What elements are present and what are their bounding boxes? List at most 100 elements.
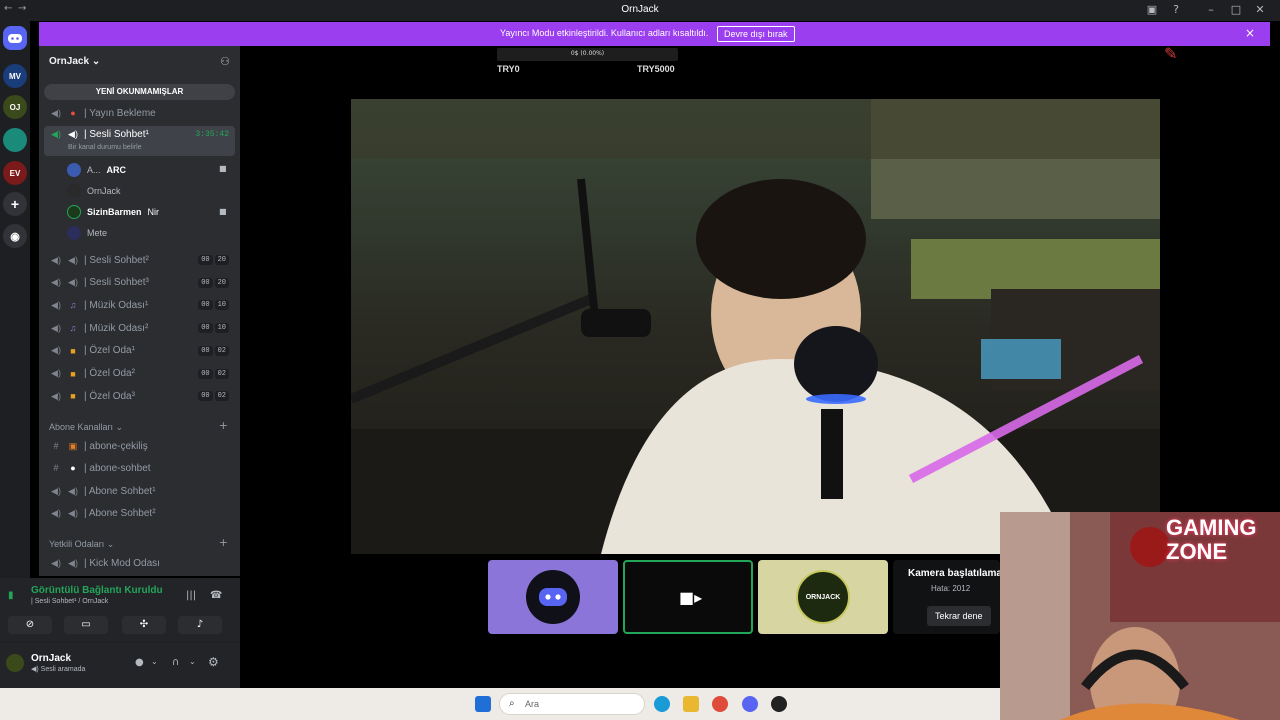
user-status: ◀) Sesli aramada: [31, 666, 86, 673]
new-unreads-pill[interactable]: YENİ OKUNMAMIŞLAR: [44, 84, 235, 100]
speaker-icon: ◀): [51, 368, 61, 378]
maximize-icon[interactable]: □: [1228, 3, 1244, 16]
server-icon-ev[interactable]: EV: [3, 161, 27, 185]
discord-home-icon[interactable]: [3, 26, 27, 50]
voice-channel-row[interactable]: ◀) ♫ | Müzik Odası² 00 10: [44, 318, 235, 338]
discord-taskbar-icon[interactable]: [742, 696, 758, 712]
chevron-down-icon[interactable]: ⌄: [189, 657, 196, 666]
windows-taskbar: ⌕ Ara: [0, 688, 1000, 720]
channel-abone-sohbet-1[interactable]: ◀) ◀) | Abone Sohbet¹: [44, 481, 235, 501]
channel-label: | Müzik Odası²: [84, 322, 149, 334]
voice-location[interactable]: | Sesli Sohbet¹ / OrnJack: [31, 598, 108, 605]
channel-label: | Abone Sohbet²: [84, 507, 156, 519]
voice-member[interactable]: OrnJack: [67, 182, 121, 200]
noise-suppression-icon[interactable]: |||: [186, 590, 196, 601]
screen-share-button[interactable]: ▭: [64, 616, 108, 634]
file-explorer-icon[interactable]: [683, 696, 699, 712]
voice-channel-row[interactable]: ◀) ◀) | Sesli Sohbet² 00 20: [44, 250, 235, 270]
headphones-icon[interactable]: ∩: [172, 657, 179, 668]
member-tag: Nir: [147, 207, 160, 217]
minimize-icon[interactable]: –: [1203, 3, 1219, 16]
channel-status-hint[interactable]: Bir kanal durumu belirle: [68, 144, 142, 151]
explore-icon[interactable]: ◉: [3, 224, 27, 248]
member-name: SizinBarmen: [87, 207, 142, 217]
category-yetkili-odalari[interactable]: Yetkili Odaları ⌄: [49, 539, 114, 550]
participant-tile-camera[interactable]: ■▸: [623, 560, 753, 634]
add-server-icon[interactable]: +: [3, 192, 27, 216]
server-icon-ornjack[interactable]: OJ: [3, 95, 27, 119]
retry-button[interactable]: Tekrar dene: [927, 606, 991, 626]
soundboard-button[interactable]: ♪: [178, 616, 222, 634]
current-count: 00: [198, 345, 213, 356]
microphone-icon[interactable]: ●: [135, 657, 144, 668]
windows-start-icon[interactable]: [475, 696, 491, 712]
participant-tile-camera-error[interactable]: Kamera başlatılama Hata: 2012 Tekrar den…: [893, 560, 1002, 634]
max-count: 02: [214, 345, 229, 356]
server-name: OrnJack: [49, 56, 90, 67]
voice-channel-row[interactable]: ◀) ■ | Özel Oda¹ 00 02: [44, 341, 235, 361]
channel-abone-cekilis[interactable]: # ▣ | abone-çekiliş: [44, 436, 235, 456]
chevron-down-icon[interactable]: ⌄: [151, 657, 158, 666]
user-limit-badge: 00 10: [198, 323, 229, 334]
max-count: 02: [214, 368, 229, 379]
participant-tile-discord[interactable]: [488, 560, 618, 634]
lock-icon: ■: [70, 391, 76, 402]
obs-taskbar-icon[interactable]: [771, 696, 787, 712]
avatar[interactable]: [6, 654, 24, 672]
add-channel-icon[interactable]: +: [219, 536, 228, 549]
server-name-header[interactable]: OrnJack ⌄: [49, 56, 100, 67]
speaker-icon: ◀): [51, 345, 61, 356]
channel-abone-sohbet[interactable]: # ● | abone-sohbet: [44, 458, 235, 478]
voice-channel-row[interactable]: ◀) ■ | Özel Oda³ 00 02: [44, 386, 235, 406]
voice-status[interactable]: Görüntülü Bağlantı Kuruldu: [31, 585, 163, 596]
voice-channel-row[interactable]: ◀) ♫ | Müzik Odası¹ 00 10: [44, 295, 235, 315]
disconnect-icon[interactable]: ☎: [210, 590, 222, 601]
category-abone-kanallari[interactable]: Abone Kanalları ⌄: [49, 422, 123, 433]
close-window-icon[interactable]: ✕: [1252, 3, 1268, 16]
user-panel: OrnJack ◀) Sesli aramada ● ⌄ ∩ ⌄ ⚙: [0, 642, 240, 688]
channel-abone-sohbet-2[interactable]: ◀) ◀) | Abone Sohbet²: [44, 503, 235, 523]
participant-tile-ornjack[interactable]: ORNJACK: [758, 560, 888, 634]
camera-off-button[interactable]: ⊘: [8, 616, 52, 634]
activities-icon: ✣: [139, 619, 149, 630]
camera-icon: ■: [219, 207, 227, 216]
signal-icon[interactable]: ▮: [8, 590, 14, 601]
lock-icon: ■: [70, 345, 76, 356]
voice-channel-row[interactable]: ◀) ◀) | Sesli Sohbet³ 00 20: [44, 273, 235, 293]
edge-browser-icon[interactable]: [654, 696, 670, 712]
disable-streamer-mode-button[interactable]: Devre dışı bırak: [717, 26, 795, 42]
speaker-icon: ◀): [51, 129, 61, 139]
speaker-icon: ◀): [51, 390, 61, 401]
channel-label: | Sesli Sohbet³: [84, 277, 149, 289]
channel-kick-mod[interactable]: ◀) ◀) | Kick Mod Odası: [44, 553, 235, 573]
goal-min-label: TRY0: [497, 64, 520, 74]
voice-member[interactable]: SizinBarmen Nir: [67, 203, 159, 221]
channel-label: | abone-sohbet: [84, 462, 151, 474]
help-icon[interactable]: ?: [1168, 3, 1184, 16]
invite-icon[interactable]: ⚇: [220, 55, 230, 68]
user-limit-badge: 00 10: [198, 300, 229, 311]
voice-member[interactable]: A... ARC: [67, 161, 126, 179]
current-count: 00: [198, 323, 213, 334]
voice-channel-row[interactable]: ◀) ■ | Özel Oda² 00 02: [44, 364, 235, 384]
main-video-feed[interactable]: [351, 99, 1160, 554]
activities-button[interactable]: ✣: [122, 616, 166, 634]
settings-gear-icon[interactable]: ⚙: [208, 655, 219, 669]
server-icon-teal[interactable]: [3, 128, 27, 152]
server-icon-mv[interactable]: MV: [3, 64, 27, 88]
camera-off-icon: ⊘: [25, 619, 35, 630]
avatar: [67, 163, 81, 177]
taskbar-search[interactable]: ⌕ Ara: [499, 693, 645, 715]
channel-label: | Kick Mod Odası: [84, 557, 160, 569]
current-count: 00: [198, 368, 213, 379]
banner-close-icon[interactable]: ×: [1245, 26, 1255, 40]
chrome-browser-icon[interactable]: [712, 696, 728, 712]
channel-yayin-bekleme[interactable]: ◀) ● | Yayın Bekleme: [44, 103, 235, 123]
inbox-icon[interactable]: ▣: [1144, 3, 1160, 16]
channel-sesli-sohbet-1[interactable]: ◀) ◀) | Sesli Sohbet¹ 3:35:42 Bir kanal …: [44, 126, 235, 156]
add-channel-icon[interactable]: +: [219, 419, 228, 432]
window-title: OrnJack: [621, 4, 659, 15]
voice-member[interactable]: Mete: [67, 224, 107, 242]
speaker-icon: ◀): [68, 254, 78, 265]
user-limit-badge: 00 20: [198, 255, 229, 265]
